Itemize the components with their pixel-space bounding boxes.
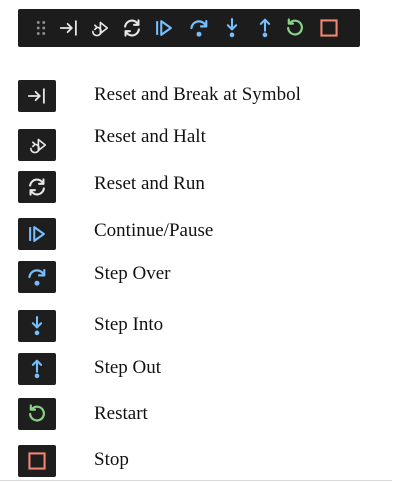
reset-halt-icon[interactable]: [88, 17, 110, 39]
restart-icon[interactable]: [284, 17, 306, 39]
continue-pause-icon: [18, 218, 56, 250]
reset-run-icon[interactable]: [121, 17, 143, 39]
legend-label: Stop: [94, 449, 129, 470]
break-at-symbol-icon: [18, 80, 56, 112]
legend-label: Continue/Pause: [94, 220, 214, 241]
step-out-icon[interactable]: [254, 17, 276, 39]
continue-pause-icon[interactable]: [153, 17, 175, 39]
stop-icon[interactable]: [318, 17, 340, 39]
reset-halt-icon: [18, 129, 56, 161]
step-out-icon: [18, 353, 56, 385]
legend-label: Step Out: [94, 357, 162, 378]
legend-label: Step Into: [94, 314, 164, 335]
reset-run-icon: [18, 171, 56, 203]
divider: [0, 480, 392, 481]
stop-icon: [18, 445, 56, 477]
legend-label: Step Over: [94, 263, 171, 284]
legend-label: Reset and Break at Symbol: [94, 84, 301, 105]
break-at-symbol-icon[interactable]: [58, 17, 80, 39]
gripper-icon[interactable]: [30, 17, 52, 39]
legend-label: Restart: [94, 403, 148, 424]
step-into-icon[interactable]: [221, 17, 243, 39]
legend-label: Reset and Run: [94, 173, 205, 194]
restart-icon: [18, 398, 56, 430]
step-over-icon: [18, 261, 56, 293]
debug-toolbar: [18, 9, 360, 47]
step-over-icon[interactable]: [188, 17, 210, 39]
legend-label: Reset and Halt: [94, 126, 206, 147]
step-into-icon: [18, 310, 56, 342]
